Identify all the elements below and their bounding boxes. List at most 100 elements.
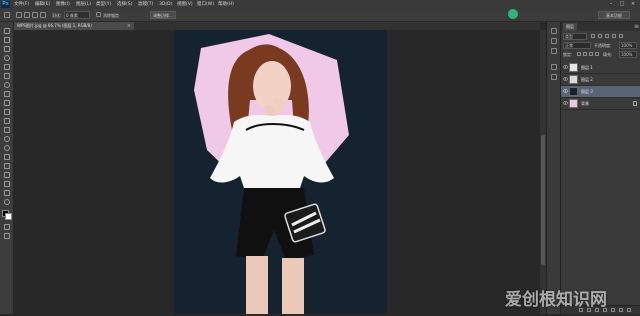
lock-all-icon[interactable] xyxy=(595,52,599,56)
document-tab-title: WPS图片.jpg @ 66.7% (图层 1, RGB/8) xyxy=(17,23,92,28)
feather-label: 羽化: xyxy=(52,13,62,18)
type-tool-icon[interactable] xyxy=(4,163,10,169)
antialias-checkbox[interactable] xyxy=(96,12,101,17)
filter-shape-icon[interactable] xyxy=(612,34,616,38)
layer-row[interactable]: 图层 2 xyxy=(561,74,640,86)
eye-icon[interactable] xyxy=(563,65,568,69)
filter-smart-object-icon[interactable] xyxy=(619,34,623,38)
close-tab-icon[interactable]: × xyxy=(127,22,131,30)
subtract-selection-icon[interactable] xyxy=(32,12,38,18)
menu-file[interactable]: 文件(F) xyxy=(14,1,29,8)
properties-panel-icon[interactable] xyxy=(551,38,557,44)
filter-adjustment-icon[interactable] xyxy=(598,34,602,38)
history-panel-icon[interactable] xyxy=(551,28,557,34)
fill-label: 填充: xyxy=(603,52,613,57)
path-select-tool-icon[interactable] xyxy=(4,172,10,178)
blur-tool-icon[interactable] xyxy=(4,136,10,142)
lock-transparent-icon[interactable] xyxy=(577,52,581,56)
canvas-area[interactable] xyxy=(14,30,540,314)
layers-list: 图层 1 图层 2 图层 3 背景 xyxy=(561,62,640,110)
lock-icon xyxy=(633,101,637,106)
document-canvas[interactable] xyxy=(174,30,387,314)
move-tool-icon[interactable] xyxy=(4,28,10,34)
feather-input[interactable]: 0 像素 xyxy=(64,11,90,19)
character-panel-icon[interactable] xyxy=(551,74,557,80)
left-leg-shape xyxy=(246,256,268,314)
shape-tool-icon[interactable] xyxy=(4,181,10,187)
opacity-input[interactable]: 100% xyxy=(619,42,637,49)
refine-edge-button[interactable]: 调整边缘... xyxy=(150,11,176,19)
maximize-button[interactable]: □ xyxy=(617,1,627,8)
dodge-tool-icon[interactable] xyxy=(4,145,10,151)
menu-help[interactable]: 帮助(H) xyxy=(218,1,234,8)
zoom-tool-icon[interactable] xyxy=(4,199,10,205)
panel-menu-icon[interactable]: ≡ xyxy=(634,22,639,31)
layer-row[interactable]: 图层 1 xyxy=(561,62,640,74)
new-selection-icon[interactable] xyxy=(16,12,22,18)
quick-mask-icon[interactable] xyxy=(4,224,10,230)
layer-row-background[interactable]: 背景 xyxy=(561,98,640,110)
menu-edit[interactable]: 编辑(E) xyxy=(35,1,50,8)
menu-window[interactable]: 窗口(W) xyxy=(197,1,214,8)
hand-tool-icon[interactable] xyxy=(4,190,10,196)
healing-brush-tool-icon[interactable] xyxy=(4,82,10,88)
new-layer-icon[interactable] xyxy=(619,308,623,312)
blend-mode-select[interactable]: 正常 xyxy=(563,42,591,49)
layer-filter-kind-select[interactable]: 类型 xyxy=(563,33,587,40)
layer-filter-row: 类型 xyxy=(563,33,639,40)
filter-pixel-icon[interactable] xyxy=(591,34,595,38)
layer-thumbnail xyxy=(569,99,578,108)
intersect-selection-icon[interactable] xyxy=(40,12,46,18)
eyedropper-tool-icon[interactable] xyxy=(4,73,10,79)
lasso-tool-icon[interactable] xyxy=(4,46,10,52)
watermark-text: 爱创根知识网 xyxy=(505,290,607,310)
lock-pixels-icon[interactable] xyxy=(583,52,587,56)
filter-type-icon[interactable] xyxy=(605,34,609,38)
layer-name: 图层 3 xyxy=(581,89,593,94)
menu-view[interactable]: 视图(V) xyxy=(177,1,193,8)
brush-tool-icon[interactable] xyxy=(4,91,10,97)
document-tab[interactable]: WPS图片.jpg @ 66.7% (图层 1, RGB/8) × xyxy=(14,22,134,30)
menu-type[interactable]: 类型(Y) xyxy=(96,1,111,8)
lock-label: 锁定: xyxy=(563,52,573,57)
pen-tool-icon[interactable] xyxy=(4,154,10,160)
close-window-button[interactable]: × xyxy=(628,1,638,8)
adjustments-panel-icon[interactable] xyxy=(551,48,557,54)
blend-opacity-row: 正常 不透明度: 100% xyxy=(563,42,639,49)
screen-mode-icon[interactable] xyxy=(4,233,10,239)
delete-layer-icon[interactable] xyxy=(627,308,631,312)
add-selection-icon[interactable] xyxy=(24,12,30,18)
menu-filter[interactable]: 滤镜(T) xyxy=(138,1,153,8)
vertical-scrollbar-thumb[interactable] xyxy=(541,135,545,265)
fill-input[interactable]: 100% xyxy=(619,51,637,58)
quick-select-tool-icon[interactable] xyxy=(4,55,10,61)
lasso-tool-icon[interactable] xyxy=(4,12,10,18)
eye-icon[interactable] xyxy=(563,89,568,93)
minimize-button[interactable]: – xyxy=(606,1,616,8)
background-color-swatch[interactable] xyxy=(5,213,12,220)
eye-icon[interactable] xyxy=(563,101,568,105)
workspace-select[interactable]: 基本功能 xyxy=(598,11,630,19)
menu-bar: Ps 文件(F) 编辑(E) 图像(I) 图层(L) 类型(Y) 选择(S) 滤… xyxy=(0,0,640,9)
menu-3d[interactable]: 3D(D) xyxy=(159,1,172,8)
tab-layers[interactable]: 图层 xyxy=(563,23,577,31)
gradient-tool-icon[interactable] xyxy=(4,127,10,133)
marquee-tool-icon[interactable] xyxy=(4,37,10,43)
collapsed-panel-dock xyxy=(546,22,560,314)
menu-image[interactable]: 图像(I) xyxy=(56,1,70,8)
eraser-tool-icon[interactable] xyxy=(4,118,10,124)
layer-row-selected[interactable]: 图层 3 xyxy=(561,86,640,98)
clone-stamp-tool-icon[interactable] xyxy=(4,100,10,106)
antialias-label: 消除锯齿 xyxy=(103,13,119,18)
photoshop-logo-icon: Ps xyxy=(1,1,10,8)
brush-panel-icon[interactable] xyxy=(551,64,557,70)
lock-position-icon[interactable] xyxy=(589,52,593,56)
new-group-icon[interactable] xyxy=(611,308,615,312)
eye-icon[interactable] xyxy=(563,77,568,81)
crop-tool-icon[interactable] xyxy=(4,64,10,70)
layer-name: 图层 2 xyxy=(581,77,593,82)
menu-select[interactable]: 选择(S) xyxy=(117,1,132,8)
layer-thumbnail xyxy=(569,63,578,72)
history-brush-tool-icon[interactable] xyxy=(4,109,10,115)
menu-layer[interactable]: 图层(L) xyxy=(76,1,91,8)
